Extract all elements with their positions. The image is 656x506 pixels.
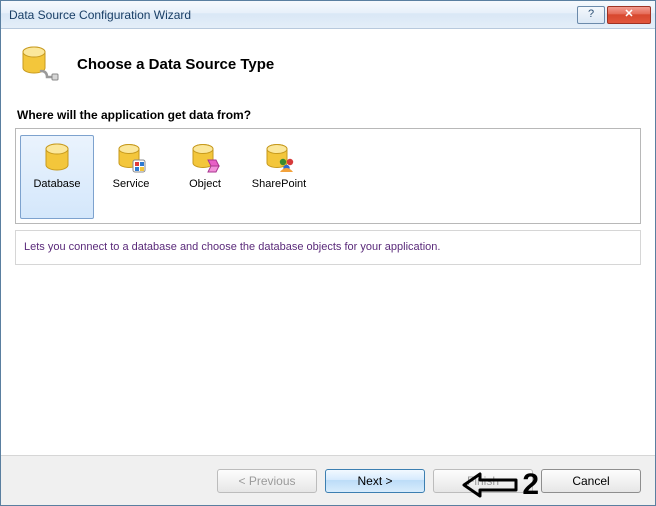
data-source-options: Database Service	[15, 128, 641, 224]
description-box: Lets you connect to a database and choos…	[15, 230, 641, 265]
finish-button: Finish	[433, 469, 533, 493]
help-icon: ?	[588, 9, 594, 20]
service-icon	[97, 140, 165, 176]
wizard-header: Choose a Data Source Type	[1, 29, 655, 100]
option-sharepoint[interactable]: SharePoint	[242, 135, 316, 219]
description-text: Lets you connect to a database and choos…	[24, 241, 440, 253]
option-database[interactable]: Database	[20, 135, 94, 219]
close-icon: ✕	[624, 9, 633, 20]
previous-button: < Previous	[217, 469, 317, 493]
question-label: Where will the application get data from…	[17, 108, 639, 122]
option-object[interactable]: Object	[168, 135, 242, 219]
spacer	[15, 265, 641, 447]
wizard-window: Data Source Configuration Wizard ? ✕ Cho…	[0, 0, 656, 506]
cancel-button[interactable]: Cancel	[541, 469, 641, 493]
content-area: Where will the application get data from…	[1, 100, 655, 455]
option-label: Object	[171, 178, 239, 190]
page-title: Choose a Data Source Type	[77, 56, 274, 73]
option-label: Database	[23, 178, 91, 190]
option-service[interactable]: Service	[94, 135, 168, 219]
window-title: Data Source Configuration Wizard	[9, 8, 577, 22]
database-icon	[23, 140, 91, 176]
titlebar-buttons: ? ✕	[577, 6, 651, 24]
option-label: Service	[97, 178, 165, 190]
sharepoint-icon	[245, 140, 313, 176]
database-plug-icon	[19, 43, 59, 86]
close-button[interactable]: ✕	[607, 6, 651, 24]
next-button[interactable]: Next >	[325, 469, 425, 493]
option-label: SharePoint	[245, 178, 313, 190]
wizard-footer: < Previous Next > Finish Cancel 2	[1, 455, 655, 505]
object-icon	[171, 140, 239, 176]
help-button[interactable]: ?	[577, 6, 605, 24]
titlebar: Data Source Configuration Wizard ? ✕	[1, 1, 655, 29]
